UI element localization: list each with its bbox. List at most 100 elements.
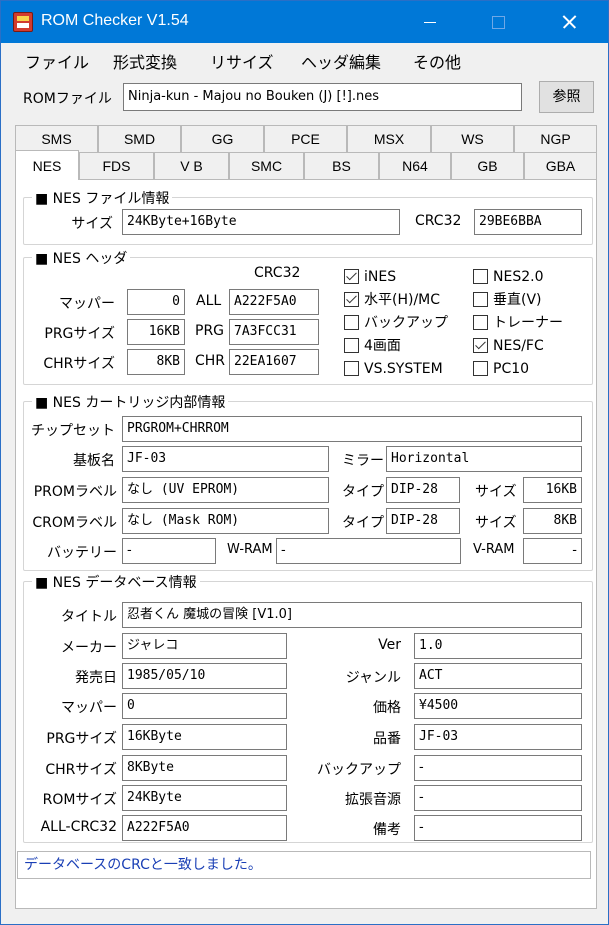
tab-sms[interactable]: SMS bbox=[15, 125, 98, 152]
vs-system-checkbox[interactable]: VS.SYSTEM bbox=[344, 361, 443, 377]
vram-field[interactable]: - bbox=[523, 538, 582, 564]
checkbox-box[interactable] bbox=[344, 338, 359, 353]
genre-label: ジャンル bbox=[345, 670, 401, 686]
crom-size-field[interactable]: 8KB bbox=[523, 508, 582, 534]
board-field[interactable]: JF-03 bbox=[122, 446, 329, 472]
header-crc32-col-label: CRC32 bbox=[254, 265, 301, 281]
trainer-checkbox[interactable]: トレーナー bbox=[473, 315, 563, 331]
tab-nes[interactable]: NES bbox=[15, 150, 79, 180]
board-label: 基板名 bbox=[73, 453, 115, 469]
ver-field[interactable]: 1.0 bbox=[414, 633, 582, 659]
nes20-checkbox[interactable]: NES2.0 bbox=[473, 269, 543, 285]
menu-convert[interactable]: 形式変換 bbox=[113, 49, 177, 73]
menu-other[interactable]: その他 bbox=[413, 49, 461, 73]
tab-n64[interactable]: N64 bbox=[379, 152, 451, 179]
wram-field[interactable]: - bbox=[276, 538, 461, 564]
rom-size-field[interactable]: 24KByte bbox=[122, 785, 287, 811]
pc10-checkbox[interactable]: PC10 bbox=[473, 361, 529, 377]
menu-header-edit[interactable]: ヘッダ編集 bbox=[301, 49, 381, 73]
ines-checkbox[interactable]: iNES bbox=[344, 269, 396, 285]
db-backup-field[interactable]: - bbox=[414, 755, 582, 781]
tab-msx[interactable]: MSX bbox=[347, 125, 431, 152]
tab-fds[interactable]: FDS bbox=[79, 152, 154, 179]
note-field[interactable]: - bbox=[414, 815, 582, 841]
all-crc32-label: ALL-CRC32 bbox=[40, 819, 117, 835]
battery-label: バッテリー bbox=[47, 545, 117, 561]
tab-smc[interactable]: SMC bbox=[229, 152, 304, 179]
wram-label: W-RAM bbox=[227, 542, 273, 557]
db-prg-size-field[interactable]: 16KByte bbox=[122, 724, 287, 750]
minimize-button[interactable] bbox=[407, 1, 453, 43]
checkbox-box[interactable] bbox=[344, 269, 359, 284]
checkbox-box[interactable] bbox=[473, 315, 488, 330]
db-mapper-label: マッパー bbox=[61, 700, 117, 716]
all-label: ALL bbox=[196, 293, 222, 309]
checkbox-box[interactable] bbox=[344, 315, 359, 330]
checkbox-box[interactable] bbox=[473, 361, 488, 376]
mapper-field[interactable]: 0 bbox=[127, 289, 185, 315]
ext-sound-field[interactable]: - bbox=[414, 785, 582, 811]
horizontal-mirror-checkbox[interactable]: 水平(H)/MC bbox=[344, 292, 440, 308]
genre-field[interactable]: ACT bbox=[414, 663, 582, 689]
chipset-field[interactable]: PRGROM+CHRROM bbox=[122, 416, 582, 442]
crom-label-label: CROMラベル bbox=[32, 515, 117, 531]
chr-size-field[interactable]: 8KB bbox=[127, 349, 185, 375]
product-code-field[interactable]: JF-03 bbox=[414, 724, 582, 750]
maximize-button[interactable] bbox=[475, 1, 521, 43]
tab-row-bottom: NES FDS V B SMC BS N64 GB GBA bbox=[15, 150, 597, 180]
tab-gba[interactable]: GBA bbox=[524, 152, 597, 179]
prg-crc-field[interactable]: 7A3FCC31 bbox=[229, 319, 319, 345]
menu-bar: ファイル 形式変換 リサイズ ヘッダ編集 その他 bbox=[1, 43, 608, 75]
close-button[interactable] bbox=[547, 1, 593, 43]
battery-field[interactable]: - bbox=[122, 538, 216, 564]
tab-pce[interactable]: PCE bbox=[264, 125, 347, 152]
price-label: 価格 bbox=[373, 700, 401, 716]
size-field[interactable]: 24KByte+16Byte bbox=[122, 209, 400, 235]
release-date-field[interactable]: 1985/05/10 bbox=[122, 663, 287, 689]
title-bar[interactable]: ROM Checker V1.54 bbox=[1, 1, 608, 43]
backup-checkbox[interactable]: バックアップ bbox=[344, 315, 448, 331]
checkbox-box[interactable] bbox=[344, 361, 359, 376]
tab-bs[interactable]: BS bbox=[304, 152, 379, 179]
crc32-field[interactable]: 29BE6BBA bbox=[474, 209, 582, 235]
tab-smd[interactable]: SMD bbox=[98, 125, 181, 152]
all-crc32-field[interactable]: A222F5A0 bbox=[122, 815, 287, 841]
prg-label: PRG bbox=[195, 323, 225, 339]
rom-file-input[interactable]: Ninja-kun - Majou no Bouken (J) [!].nes bbox=[123, 83, 522, 111]
app-icon bbox=[13, 12, 33, 32]
checkbox-box[interactable] bbox=[344, 292, 359, 307]
db-mapper-field[interactable]: 0 bbox=[122, 693, 287, 719]
prg-size-field[interactable]: 16KB bbox=[127, 319, 185, 345]
db-title-field[interactable]: 忍者くん 魔城の冒険 [V1.0] bbox=[122, 602, 582, 628]
prom-label-field[interactable]: なし (UV EPROM) bbox=[122, 477, 329, 503]
mirror-field[interactable]: Horizontal bbox=[386, 446, 582, 472]
prom-type-field[interactable]: DIP-28 bbox=[386, 477, 460, 503]
menu-resize[interactable]: リサイズ bbox=[210, 49, 274, 73]
tab-gb[interactable]: GB bbox=[451, 152, 524, 179]
crc32-label: CRC32 bbox=[415, 213, 462, 229]
tab-vb[interactable]: V B bbox=[154, 152, 229, 179]
menu-file[interactable]: ファイル bbox=[25, 49, 89, 73]
db-title-label: タイトル bbox=[61, 609, 117, 625]
checkbox-box[interactable] bbox=[473, 292, 488, 307]
maker-field[interactable]: ジャレコ bbox=[122, 633, 287, 659]
tab-gg[interactable]: GG bbox=[181, 125, 264, 152]
four-screen-checkbox[interactable]: 4画面 bbox=[344, 338, 401, 354]
db-chr-size-field[interactable]: 8KByte bbox=[122, 755, 287, 781]
price-field[interactable]: ¥4500 bbox=[414, 693, 582, 719]
all-crc-field[interactable]: A222F5A0 bbox=[229, 289, 319, 315]
tab-ws[interactable]: WS bbox=[431, 125, 514, 152]
crom-type-field[interactable]: DIP-28 bbox=[386, 508, 460, 534]
ext-sound-label: 拡張音源 bbox=[345, 792, 401, 808]
chr-crc-field[interactable]: 22EA1607 bbox=[229, 349, 319, 375]
nes-fc-checkbox[interactable]: NES/FC bbox=[473, 338, 544, 354]
checkbox-box[interactable] bbox=[473, 269, 488, 284]
tab-ngp[interactable]: NGP bbox=[514, 125, 597, 152]
crom-label-field[interactable]: なし (Mask ROM) bbox=[122, 508, 329, 534]
chipset-label: チップセット bbox=[31, 423, 115, 439]
prom-size-label: サイズ bbox=[475, 484, 517, 500]
browse-button[interactable]: 参照 bbox=[539, 81, 594, 113]
vertical-mirror-checkbox[interactable]: 垂直(V) bbox=[473, 292, 542, 308]
prom-size-field[interactable]: 16KB bbox=[523, 477, 582, 503]
checkbox-box[interactable] bbox=[473, 338, 488, 353]
